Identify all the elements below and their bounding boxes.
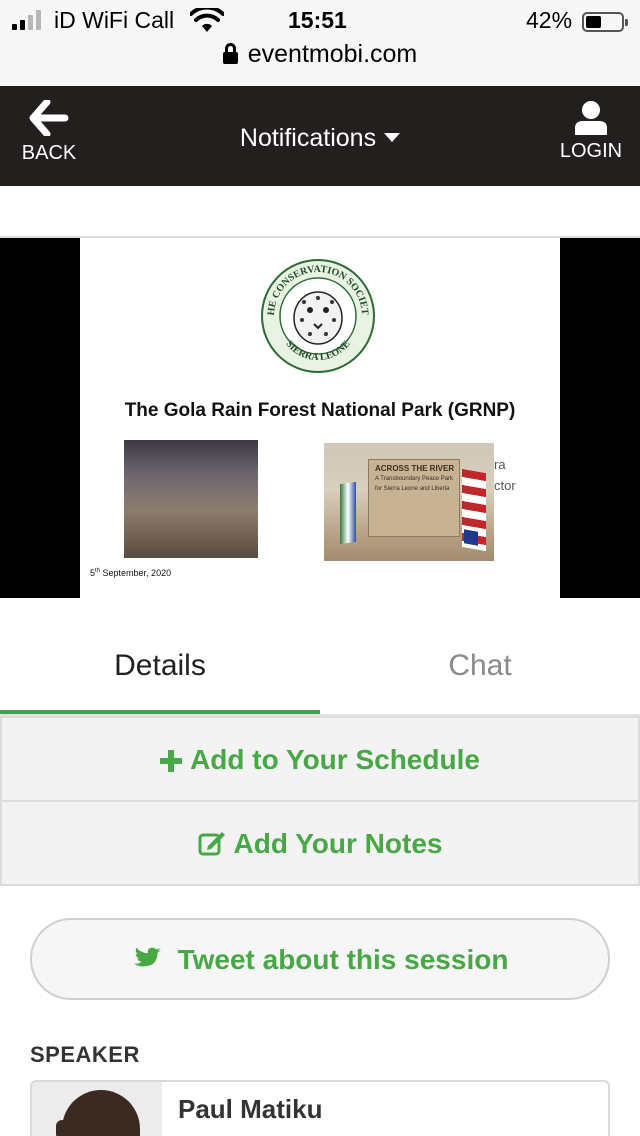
liberia-flag-icon: [462, 468, 486, 552]
date-rest: September, 2020: [100, 568, 172, 578]
header-title: Notifications: [239, 124, 377, 152]
url-text: eventmobi.com: [247, 40, 418, 68]
edit-icon: [198, 832, 225, 856]
tab-chat[interactable]: Chat: [320, 620, 640, 714]
partial-text-2: ctor: [494, 478, 516, 493]
session-slide-viewer[interactable]: THE CONSERVATION SOCIETY SIERRA LEONE Th…: [0, 236, 640, 600]
slide: THE CONSERVATION SOCIETY SIERRA LEONE Th…: [80, 238, 560, 600]
park-sign-photo: ACROSS THE RIVER A Transboundary Peace Pa…: [324, 443, 494, 561]
add-notes-label: Add Your Notes: [233, 828, 443, 859]
caret-down-icon: [384, 133, 401, 142]
twitter-icon: [133, 947, 161, 967]
avatar: [32, 1082, 162, 1136]
clock: 15:51: [288, 7, 347, 33]
sign-heading: ACROSS THE RIVER: [375, 464, 455, 473]
url-bar[interactable]: eventmobi.com: [0, 40, 640, 69]
stone-sign: ACROSS THE RIVER A Transboundary Peace Pa…: [368, 459, 460, 537]
notifications-dropdown[interactable]: Notifications: [0, 124, 640, 153]
ribbon-cutting-photo: [124, 440, 258, 558]
tweet-label: Tweet about this session: [177, 944, 509, 975]
speaker-name: Paul Matiku: [178, 1094, 323, 1124]
sierra-leone-flag-icon: [340, 481, 356, 545]
signal-strength-icon: [12, 10, 41, 30]
conservation-society-logo: THE CONSERVATION SOCIETY SIERRA LEONE: [260, 258, 375, 373]
active-tab-indicator: [0, 710, 320, 714]
partially-hidden-text: ra ctor: [494, 454, 516, 496]
slide-title: The Gola Rain Forest National Park (GRNP…: [124, 400, 516, 421]
battery-icon: [582, 12, 628, 32]
sign-body: A Transboundary Peace Park for Sierra Le…: [375, 476, 454, 492]
ios-status-bar: iD WiFi Call 15:51 42% eventmobi.com: [0, 0, 640, 86]
user-icon: [575, 101, 607, 135]
login-button[interactable]: LOGIN: [558, 98, 624, 176]
add-to-schedule-label: Add to Your Schedule: [190, 744, 480, 775]
app-header: BACK Notifications LOGIN: [0, 86, 640, 186]
speaker-heading: SPEAKER: [30, 1042, 140, 1067]
add-to-schedule-button[interactable]: Add to Your Schedule: [0, 716, 640, 802]
lock-icon: [222, 43, 238, 64]
plus-icon: [160, 750, 183, 772]
carrier-label: iD WiFi Call: [54, 7, 175, 33]
tweet-session-button[interactable]: Tweet about this session: [30, 918, 610, 1000]
login-label: LOGIN: [559, 140, 623, 162]
wifi-icon: [190, 8, 224, 32]
partial-text-1: ra: [494, 457, 506, 472]
tab-details[interactable]: Details: [0, 620, 320, 714]
slide-date: 5th September, 2020: [90, 568, 171, 578]
battery-percent: 42%: [526, 7, 573, 33]
add-notes-button[interactable]: Add Your Notes: [0, 800, 640, 886]
session-tabs: Details Chat: [0, 620, 640, 716]
speaker-card[interactable]: Paul Matiku: [30, 1080, 610, 1136]
status-row: iD WiFi Call 15:51 42%: [0, 6, 640, 36]
